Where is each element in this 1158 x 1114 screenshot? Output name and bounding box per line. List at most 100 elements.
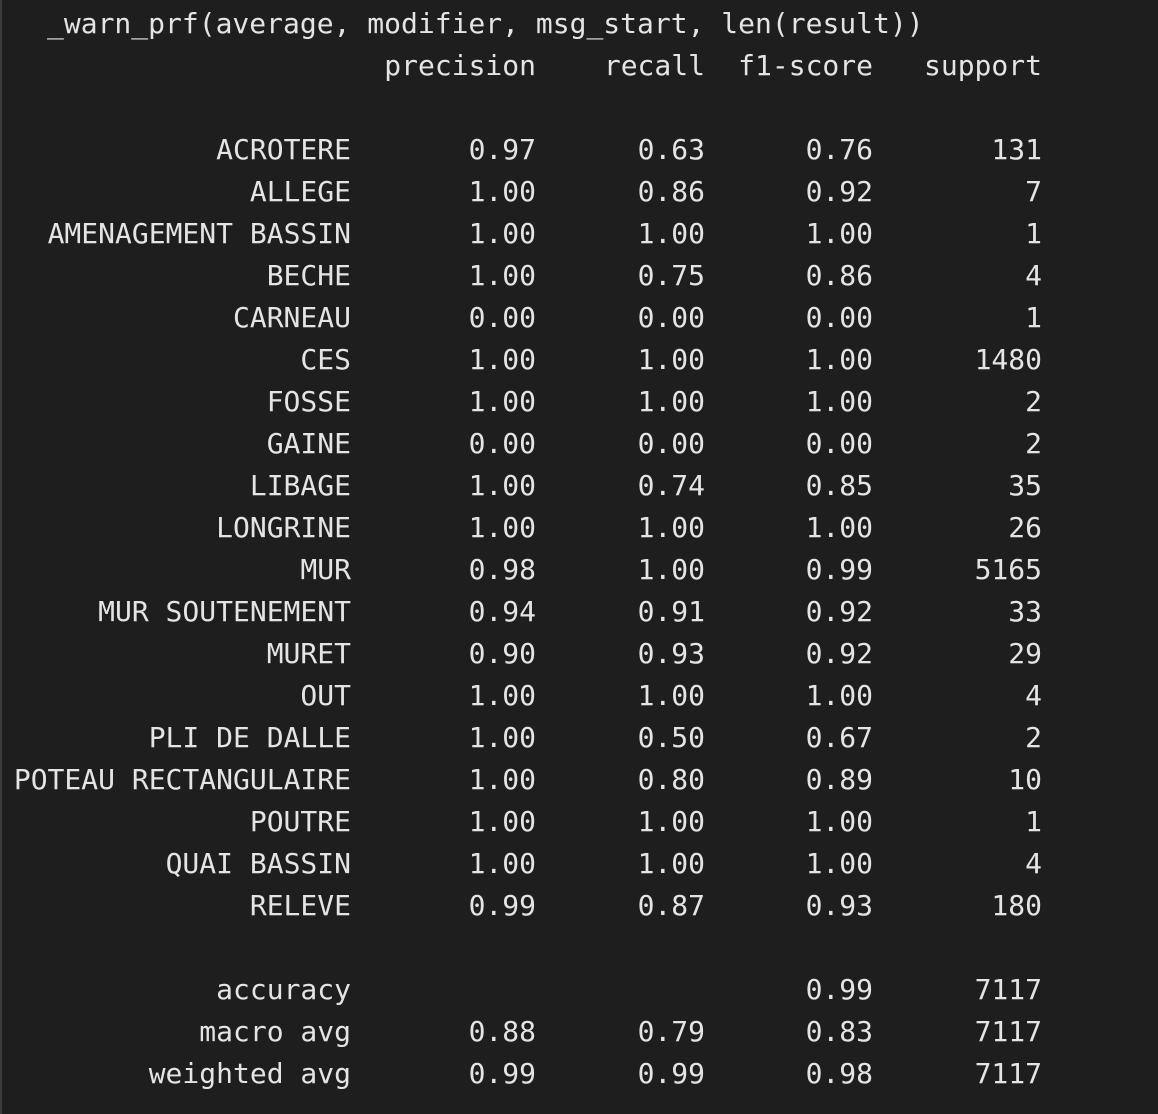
rows-label: POUTRE	[249, 805, 351, 838]
rows-support: 4	[1025, 679, 1042, 712]
rows-row: QUAI BASSIN 1.00 1.00 1.00 4	[0, 843, 1158, 885]
header-support: support	[923, 49, 1042, 82]
summary-f1: 0.99	[805, 973, 873, 1006]
summary-precision: 0.88	[468, 1015, 536, 1048]
rows-label: ALLEGE	[249, 175, 351, 208]
rows-support: 4	[1025, 259, 1042, 292]
rows-f1: 1.00	[805, 679, 873, 712]
rows-recall: 1.00	[637, 217, 705, 250]
rows-precision: 1.00	[468, 343, 536, 376]
rows-support: 131	[991, 133, 1042, 166]
rows-label: GAINE	[266, 427, 351, 460]
rows-recall: 1.00	[637, 805, 705, 838]
header-row: precision recall f1-score support	[0, 45, 1158, 87]
rows-recall: 0.93	[637, 637, 705, 670]
rows-row: ALLEGE 1.00 0.86 0.92 7	[0, 171, 1158, 213]
rows-precision: 0.00	[468, 301, 536, 334]
summary-recall: 0.99	[637, 1057, 705, 1090]
rows-f1: 0.99	[805, 553, 873, 586]
rows-row: ACROTERE 0.97 0.63 0.76 131	[0, 129, 1158, 171]
rows-row: CES 1.00 1.00 1.00 1480	[0, 339, 1158, 381]
header-f1: f1-score	[738, 49, 873, 82]
rows-label: MURET	[266, 637, 351, 670]
rows-label: OUT	[300, 679, 351, 712]
rows-label: MUR	[300, 553, 351, 586]
rows-support: 33	[1008, 595, 1042, 628]
rows-recall: 1.00	[637, 343, 705, 376]
rows-label: ACROTERE	[216, 133, 351, 166]
rows-precision: 1.00	[468, 763, 536, 796]
rows-label: PLI DE DALLE	[148, 721, 351, 754]
rows-support: 180	[991, 889, 1042, 922]
header-precision: precision	[384, 49, 536, 82]
rows-f1: 0.86	[805, 259, 873, 292]
rows-support: 10	[1008, 763, 1042, 796]
summary-support: 7117	[974, 1015, 1042, 1048]
rows-label: CES	[300, 343, 351, 376]
rows-recall: 1.00	[637, 679, 705, 712]
rows-precision: 1.00	[468, 721, 536, 754]
rows-label: LIBAGE	[249, 469, 351, 502]
rows-f1: 1.00	[805, 511, 873, 544]
rows-support: 1	[1025, 301, 1042, 334]
rows-label: RELEVE	[249, 889, 351, 922]
rows-support: 2	[1025, 385, 1042, 418]
rows-recall: 0.63	[637, 133, 705, 166]
rows-label: AMENAGEMENT BASSIN	[47, 217, 351, 250]
rows-recall: 0.75	[637, 259, 705, 292]
rows-row: AMENAGEMENT BASSIN 1.00 1.00 1.00 1	[0, 213, 1158, 255]
summary-recall: 0.79	[637, 1015, 705, 1048]
rows-f1: 0.67	[805, 721, 873, 754]
rows-row: MURET 0.90 0.93 0.92 29	[0, 633, 1158, 675]
rows-f1: 0.92	[805, 595, 873, 628]
rows-support: 1480	[974, 343, 1042, 376]
header-recall: recall	[603, 49, 705, 82]
summary-row: accuracy 0.99 7117	[0, 969, 1158, 1011]
rows-precision: 1.00	[468, 511, 536, 544]
rows-precision: 1.00	[468, 805, 536, 838]
rows-recall: 0.50	[637, 721, 705, 754]
rows-f1: 0.92	[805, 175, 873, 208]
rows-precision: 0.97	[468, 133, 536, 166]
rows-support: 7	[1025, 175, 1042, 208]
rows-row: PLI DE DALLE 1.00 0.50 0.67 2	[0, 717, 1158, 759]
rows-row: POUTRE 1.00 1.00 1.00 1	[0, 801, 1158, 843]
rows-f1: 0.85	[805, 469, 873, 502]
rows-recall: 0.80	[637, 763, 705, 796]
rows-precision: 1.00	[468, 385, 536, 418]
rows-f1: 0.92	[805, 637, 873, 670]
summary-precision: 0.99	[468, 1057, 536, 1090]
rows-label: POTEAU RECTANGULAIRE	[13, 763, 351, 796]
summary-label: macro avg	[199, 1015, 351, 1048]
rows-support: 1	[1025, 217, 1042, 250]
rows-recall: 0.91	[637, 595, 705, 628]
rows-f1: 0.93	[805, 889, 873, 922]
rows-f1: 0.00	[805, 301, 873, 334]
rows-support: 29	[1008, 637, 1042, 670]
rows-row: MUR 0.98 1.00 0.99 5165	[0, 549, 1158, 591]
rows-support: 4	[1025, 847, 1042, 880]
warning-line: _warn_prf(average, modifier, msg_start, …	[47, 7, 924, 40]
summary-label: accuracy	[216, 973, 351, 1006]
rows-f1: 1.00	[805, 847, 873, 880]
rows-row: GAINE 0.00 0.00 0.00 2	[0, 423, 1158, 465]
rows-recall: 0.00	[637, 301, 705, 334]
rows-recall: 0.86	[637, 175, 705, 208]
rows-recall: 1.00	[637, 847, 705, 880]
rows-recall: 0.00	[637, 427, 705, 460]
rows-f1: 1.00	[805, 217, 873, 250]
rows-support: 2	[1025, 721, 1042, 754]
rows-recall: 1.00	[637, 385, 705, 418]
rows-recall: 0.74	[637, 469, 705, 502]
rows-f1: 1.00	[805, 385, 873, 418]
rows-precision: 0.90	[468, 637, 536, 670]
rows-precision: 1.00	[468, 175, 536, 208]
rows-label: MUR SOUTENEMENT	[98, 595, 351, 628]
rows-precision: 0.99	[468, 889, 536, 922]
summary-row: weighted avg 0.99 0.99 0.98 7117	[0, 1053, 1158, 1095]
rows-label: CARNEAU	[232, 301, 351, 334]
rows-support: 26	[1008, 511, 1042, 544]
rows-f1: 1.00	[805, 805, 873, 838]
rows-f1: 0.76	[805, 133, 873, 166]
rows-label: FOSSE	[266, 385, 351, 418]
